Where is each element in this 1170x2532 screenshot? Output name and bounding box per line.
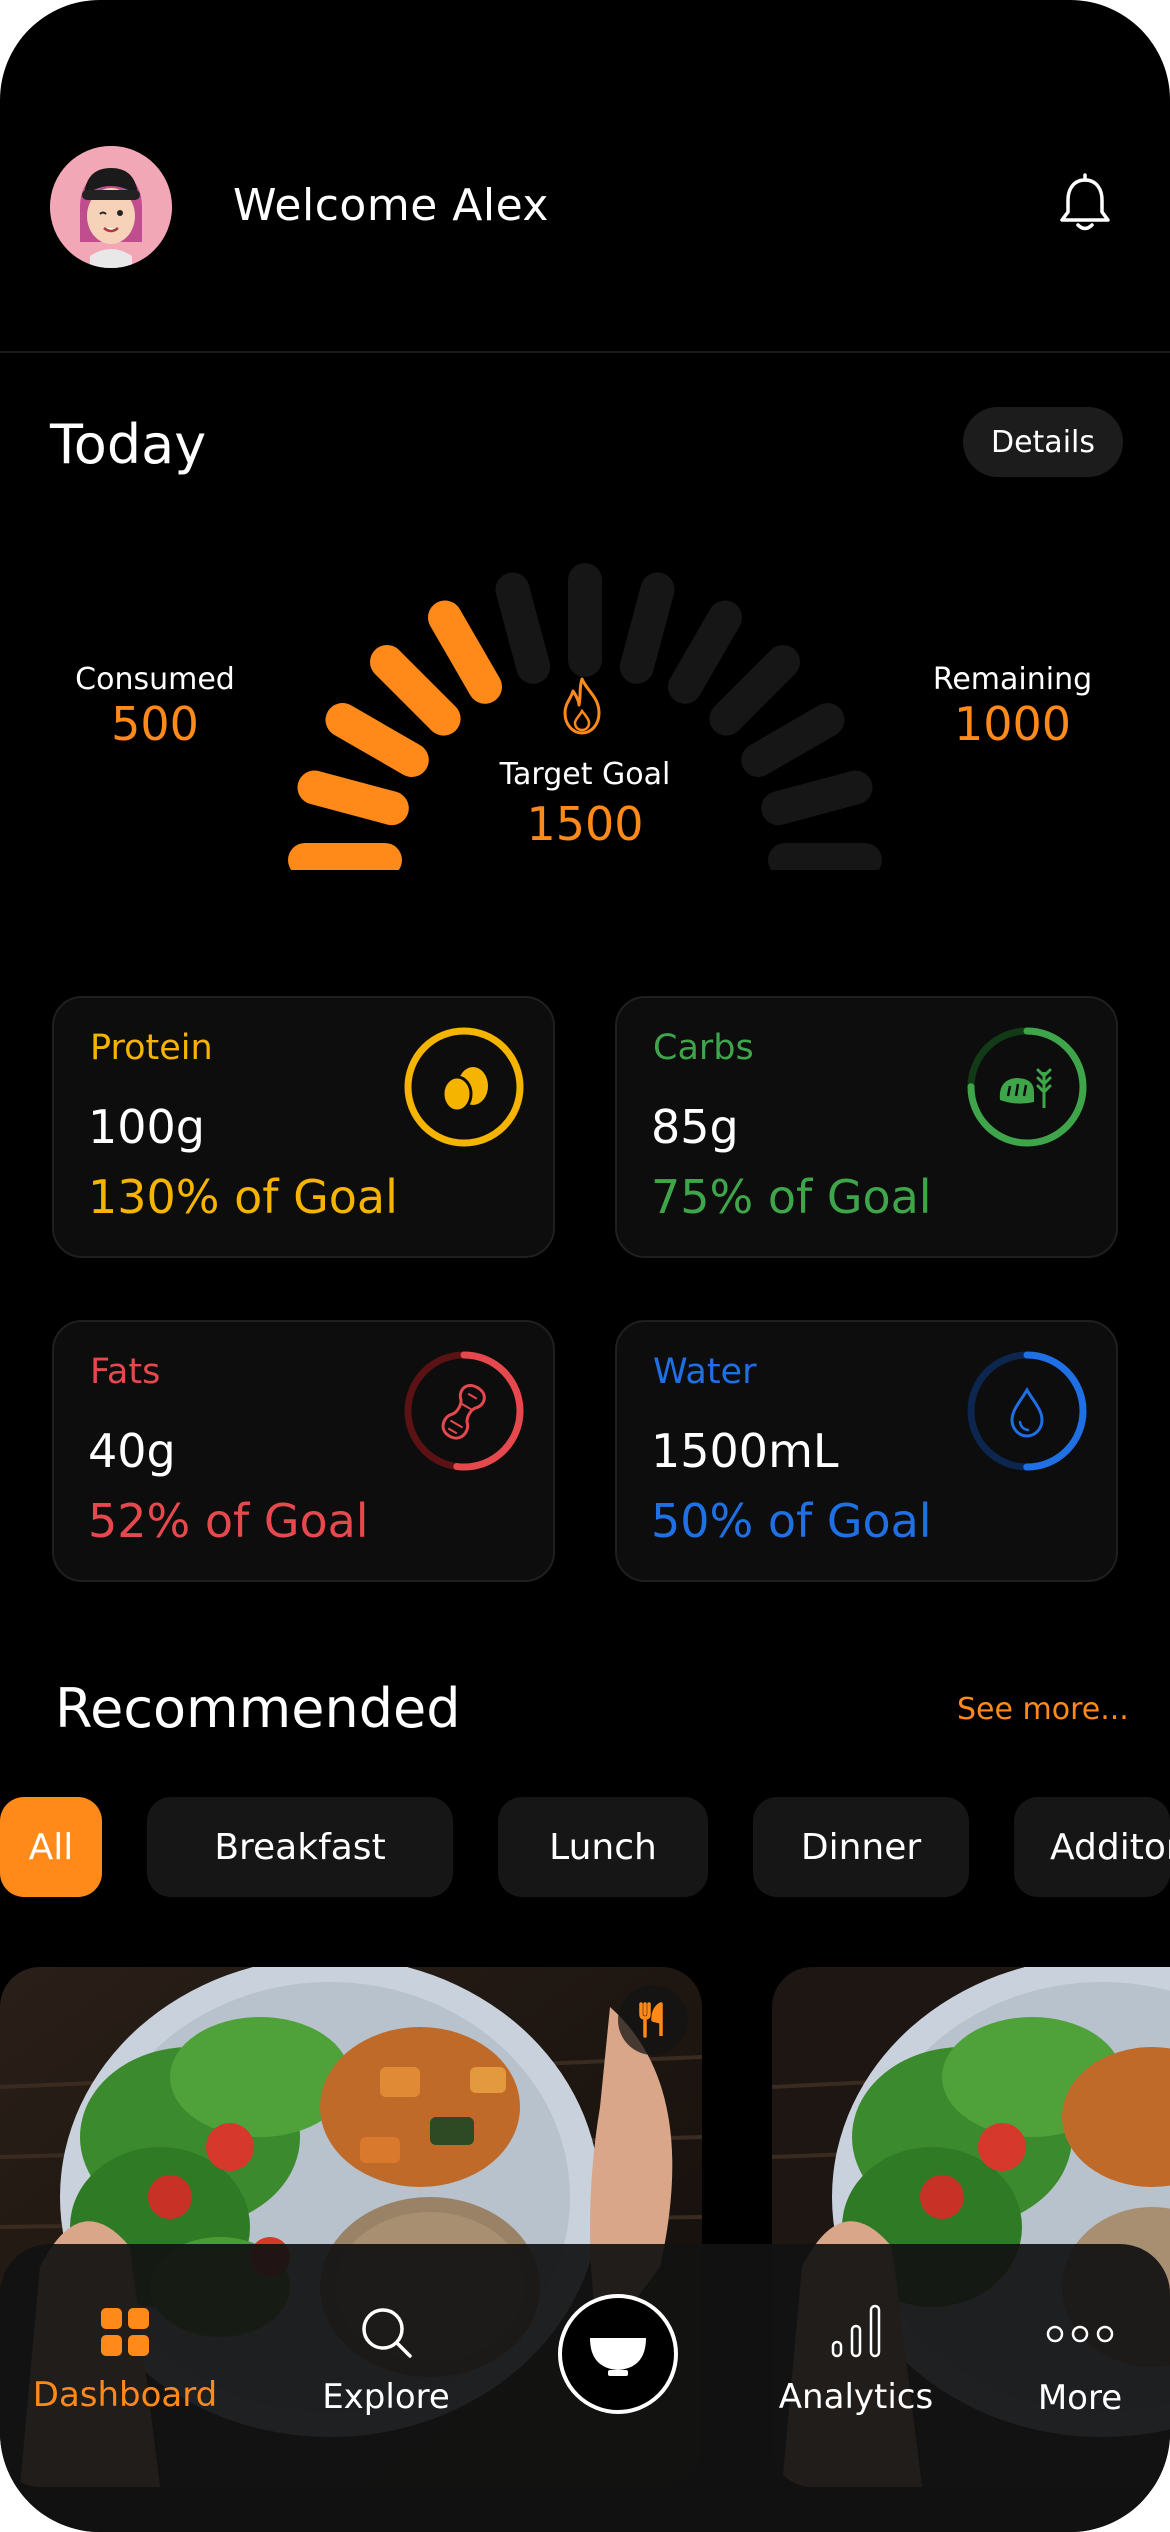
chip-dinner[interactable]: Dinner [753,1797,969,1897]
water-card[interactable]: Water 1500mL 50% of Goal [615,1320,1118,1582]
nav-explore[interactable]: Explore [300,2304,472,2417]
water-drop-icon [1010,1387,1044,1438]
remaining-stat: Remaining 1000 [920,662,1105,751]
bread-icon [999,1068,1052,1108]
see-more-link[interactable]: See more... [957,1692,1129,1727]
gauge-segment [297,770,409,826]
fats-amount: 40g [88,1424,176,1478]
flame-icon [557,675,607,737]
target-goal-value: 1500 [526,797,644,851]
carbs-percent: 75% of Goal [651,1170,932,1224]
welcome-text: Welcome Alex [233,180,549,231]
fats-card[interactable]: Fats 40g 52% of Goal [52,1320,555,1582]
consumed-label: Consumed [75,662,235,697]
dashboard-grid-icon [101,2308,149,2356]
carbs-amount: 85g [651,1100,739,1154]
chip-additional[interactable]: Additonal [1014,1797,1170,1897]
water-progress-ring [967,1351,1087,1471]
carbs-card[interactable]: Carbs 85g 75% of Goal [615,996,1118,1258]
analytics-bars-icon [831,2304,881,2358]
remaining-value: 1000 [953,697,1072,751]
peanut-icon [441,1383,486,1440]
consumed-value: 500 [111,697,199,751]
bowl-icon [590,2338,646,2376]
header-divider [0,351,1170,353]
details-button[interactable]: Details [963,407,1123,477]
nav-more[interactable]: More [1000,2318,1160,2418]
fats-name: Fats [90,1352,161,1392]
nav-analytics-label: Analytics [778,2377,934,2417]
search-icon [362,2308,412,2358]
egg-icon [441,1067,488,1113]
target-goal-label: Target Goal [499,757,671,792]
protein-name: Protein [90,1028,213,1068]
chip-lunch[interactable]: Lunch [498,1797,708,1897]
gauge-segment [428,600,502,704]
water-name: Water [653,1352,757,1392]
gauge-segment [370,645,461,736]
fats-progress-ring [404,1351,524,1471]
nav-dashboard[interactable]: Dashboard [20,2306,230,2415]
nav-explore-label: Explore [322,2377,450,2417]
gauge-segment [325,703,429,777]
protein-progress-ring [404,1027,524,1147]
chip-all[interactable]: All [0,1797,102,1897]
gauge-segment [709,645,800,736]
more-dots-icon [1046,2325,1114,2343]
carbs-progress-ring [967,1027,1087,1147]
nav-more-label: More [1037,2378,1123,2418]
fats-percent: 52% of Goal [88,1494,369,1548]
gauge-segment [761,770,873,826]
gauge-segment [741,703,845,777]
remaining-label: Remaining [932,662,1093,697]
protein-percent: 130% of Goal [88,1170,398,1224]
nav-dashboard-label: Dashboard [32,2375,218,2415]
today-title: Today [50,413,207,476]
water-amount: 1500mL [651,1424,839,1478]
consumed-stat: Consumed 500 [60,662,250,751]
cutlery-icon[interactable] [618,1985,688,2055]
gauge-segment [619,572,675,684]
water-percent: 50% of Goal [651,1494,932,1548]
protein-amount: 100g [88,1100,205,1154]
nav-analytics[interactable]: Analytics [770,2302,942,2417]
carbs-name: Carbs [653,1028,754,1068]
avatar[interactable] [50,146,172,268]
notification-bell-icon[interactable] [1050,170,1120,240]
phone-screen: Welcome Alex Today Details Consumed 500 … [0,0,1170,2532]
recommended-title: Recommended [55,1677,461,1740]
gauge-segment [668,600,742,704]
gauge-segment [495,572,551,684]
meal-bowl-button[interactable] [558,2294,678,2414]
chip-breakfast[interactable]: Breakfast [147,1797,453,1897]
protein-card[interactable]: Protein 100g 130% of Goal [52,996,555,1258]
